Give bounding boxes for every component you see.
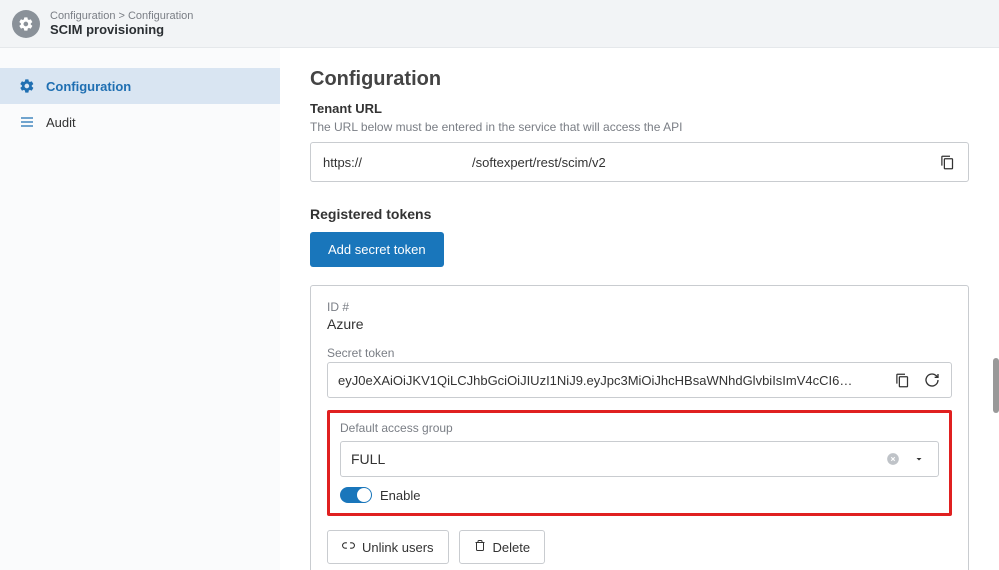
page-header: Configuration > Configuration SCIM provi…	[0, 0, 999, 48]
gear-icon	[12, 10, 40, 38]
clear-icon[interactable]	[884, 450, 902, 468]
id-label: ID #	[327, 300, 952, 314]
secret-token-label: Secret token	[327, 346, 952, 360]
trash-icon	[474, 539, 486, 555]
section-title: Configuration	[310, 68, 969, 91]
sidebar: Configuration Audit	[0, 48, 280, 570]
copy-icon[interactable]	[938, 153, 956, 171]
unlink-users-label: Unlink users	[362, 540, 434, 555]
default-access-group-highlight: Default access group FULL Enable	[327, 410, 952, 516]
gear-icon	[18, 78, 36, 94]
refresh-icon[interactable]	[923, 371, 941, 389]
main-content: Configuration Tenant URL The URL below m…	[280, 48, 999, 570]
add-secret-token-button[interactable]: Add secret token	[310, 232, 444, 267]
unlink-users-button[interactable]: Unlink users	[327, 530, 449, 564]
tenant-url-field: https:// /softexpert/rest/scim/v2	[310, 142, 969, 182]
default-access-group-select[interactable]: FULL	[340, 441, 939, 477]
secret-token-field: eyJ0eXAiOiJKV1QiLCJhbGciOiJIUzI1NiJ9.eyJ…	[327, 362, 952, 398]
registered-tokens-label: Registered tokens	[310, 206, 969, 222]
url-suffix: /softexpert/rest/scim/v2	[472, 155, 606, 170]
enable-toggle[interactable]	[340, 487, 372, 503]
copy-icon[interactable]	[893, 371, 911, 389]
unlink-icon	[342, 539, 355, 555]
page-title: SCIM provisioning	[50, 22, 193, 37]
sidebar-item-audit[interactable]: Audit	[0, 104, 280, 140]
token-card: ID # Azure Secret token eyJ0eXAiOiJKV1Qi…	[310, 285, 969, 570]
select-value: FULL	[351, 451, 385, 467]
delete-button[interactable]: Delete	[459, 530, 546, 564]
sidebar-item-label: Configuration	[46, 79, 131, 94]
secret-token-value: eyJ0eXAiOiJKV1QiLCJhbGciOiJIUzI1NiJ9.eyJ…	[338, 373, 893, 388]
tenant-url-label: Tenant URL	[310, 101, 969, 116]
list-icon	[18, 114, 36, 130]
id-value: Azure	[327, 316, 952, 332]
tenant-url-value: https:// /softexpert/rest/scim/v2	[323, 155, 606, 170]
delete-label: Delete	[493, 540, 531, 555]
breadcrumb: Configuration > Configuration	[50, 10, 193, 22]
sidebar-item-label: Audit	[46, 115, 76, 130]
scrollbar[interactable]	[993, 358, 999, 413]
enable-toggle-row: Enable	[340, 487, 939, 503]
sidebar-item-configuration[interactable]: Configuration	[0, 68, 280, 104]
url-prefix: https://	[323, 155, 362, 170]
enable-label: Enable	[380, 488, 420, 503]
tenant-url-hint: The URL below must be entered in the ser…	[310, 120, 969, 134]
default-access-group-label: Default access group	[340, 421, 939, 435]
chevron-down-icon[interactable]	[910, 450, 928, 468]
